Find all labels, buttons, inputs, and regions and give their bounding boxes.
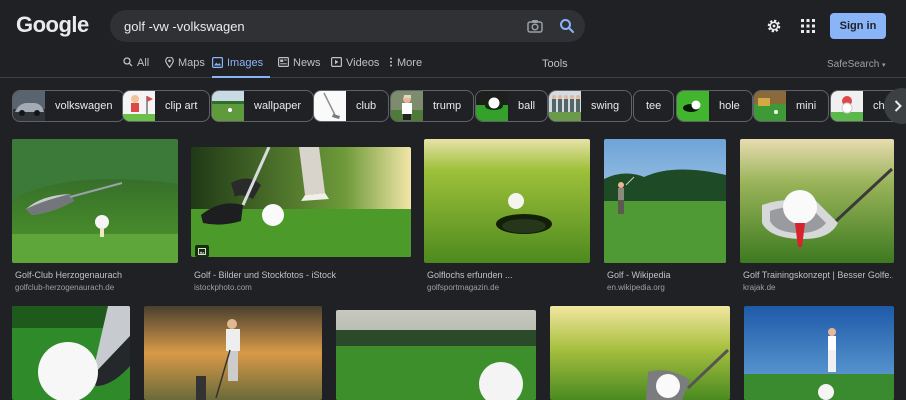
image-result[interactable] (12, 306, 130, 400)
result-source[interactable]: krajak.de (743, 283, 775, 292)
result-title[interactable]: Golf-Club Herzogenaurach (15, 270, 175, 280)
news-icon (278, 57, 289, 67)
search-tabs: All Maps Images News Videos More Tools S… (0, 52, 906, 78)
chip-label: mini (796, 100, 817, 112)
chip-trump[interactable]: trump (390, 90, 475, 122)
image-result[interactable] (336, 310, 536, 400)
tab-news[interactable]: News (278, 57, 321, 78)
result-thumbnail[interactable] (744, 306, 894, 400)
chip-thumbnail (314, 91, 346, 121)
image-result[interactable]: Golf-Club Herzogenaurach golfclub-herzog… (12, 139, 178, 294)
chip-mini[interactable]: mini (753, 90, 830, 122)
tools-button[interactable]: Tools (542, 58, 568, 70)
chip-label: clip art (165, 100, 198, 112)
chip-thumbnail (476, 91, 508, 121)
chip-wallpaper[interactable]: wallpaper (211, 90, 315, 122)
result-thumbnail[interactable] (424, 139, 590, 263)
chip-label: tee (646, 100, 662, 112)
chip-thumbnail (212, 91, 244, 121)
image-type-icon (195, 245, 209, 257)
tab-more[interactable]: More (389, 57, 422, 78)
search-icon (123, 57, 133, 67)
result-title[interactable]: Golflochs erfunden ... (427, 270, 587, 280)
search-input[interactable] (124, 18, 521, 34)
result-source[interactable]: en.wikipedia.org (607, 283, 665, 292)
chip-hole[interactable]: hole (676, 90, 753, 122)
chip-label: ball (518, 100, 536, 112)
result-title[interactable]: Golf - Wikipedia (607, 270, 725, 280)
image-result[interactable] (144, 306, 322, 400)
chip-thumbnail (677, 91, 709, 121)
image-result[interactable] (744, 306, 894, 400)
image-result[interactable]: Golflochs erfunden ... golfsportmagazin.… (424, 139, 590, 294)
map-pin-icon (165, 57, 174, 68)
chip-club[interactable]: club (313, 90, 390, 122)
chevron-right-icon (894, 100, 902, 112)
tab-videos[interactable]: Videos (331, 57, 379, 78)
image-result[interactable]: Golf - Bilder und Stockfotos - iStock is… (191, 139, 411, 294)
tab-images[interactable]: Images (212, 57, 270, 78)
chip-label: swing (591, 100, 620, 112)
result-thumbnail[interactable] (191, 147, 411, 257)
chip-thumbnail (123, 91, 155, 121)
result-source[interactable]: golfsportmagazin.de (427, 283, 499, 292)
chip-tee[interactable]: tee (633, 90, 675, 122)
gear-icon[interactable] (764, 16, 784, 36)
tab-label: Maps (178, 57, 205, 69)
tab-maps[interactable]: Maps (165, 57, 205, 78)
camera-icon[interactable] (521, 12, 549, 40)
image-result[interactable]: Golf Trainingskonzept | Besser Golfe... … (740, 139, 894, 294)
chip-clip-art[interactable]: clip art (122, 90, 211, 122)
tab-label: Images (227, 57, 264, 69)
result-thumbnail[interactable] (336, 310, 536, 400)
chip-thumbnail (391, 91, 423, 121)
result-title[interactable]: Golf Trainingskonzept | Besser Golfe... (743, 270, 893, 280)
safesearch-button[interactable]: SafeSearch ▾ (827, 59, 886, 70)
result-source[interactable]: istockphoto.com (194, 283, 252, 292)
tab-label: Videos (346, 57, 380, 69)
chip-thumbnail (549, 91, 581, 121)
chip-thumbnail (754, 91, 786, 121)
result-source[interactable]: golfclub-herzogenaurach.de (15, 283, 114, 292)
chip-label: hole (719, 100, 740, 112)
tab-label: News (293, 57, 321, 69)
result-thumbnail[interactable] (12, 139, 178, 263)
result-thumbnail[interactable] (12, 306, 130, 400)
result-title[interactable]: Golf - Bilder und Stockfotos - iStock (194, 270, 409, 280)
apps-grid-icon[interactable] (798, 16, 818, 36)
search-icon[interactable] (553, 12, 581, 40)
chip-thumbnail (13, 91, 45, 121)
chip-label: trump (433, 100, 462, 112)
result-thumbnail[interactable] (740, 139, 894, 263)
result-thumbnail[interactable] (144, 306, 322, 400)
image-icon (212, 57, 223, 68)
chip-ball[interactable]: ball (475, 90, 549, 122)
safesearch-label: SafeSearch (827, 59, 880, 70)
tab-label: More (397, 57, 423, 69)
tab-label: All (137, 57, 150, 69)
result-thumbnail[interactable] (550, 306, 730, 400)
google-logo[interactable]: Google (16, 12, 89, 38)
tab-all[interactable]: All (123, 57, 149, 78)
caret-down-icon: ▾ (882, 62, 886, 69)
result-thumbnail[interactable] (604, 139, 726, 263)
play-icon (331, 57, 342, 67)
more-vert-icon (390, 57, 392, 67)
image-result[interactable]: Golf - Wikipedia en.wikipedia.org (604, 139, 726, 294)
search-box[interactable] (110, 10, 585, 42)
header: Google Sign in (0, 0, 906, 52)
chip-label: volkswagen (55, 100, 113, 112)
sign-in-button[interactable]: Sign in (830, 13, 886, 39)
chip-volkswagen[interactable]: volkswagen (12, 90, 126, 122)
image-result[interactable] (550, 306, 730, 400)
related-searches: volkswagen clip art wallpaper club trump… (0, 88, 906, 124)
chip-label: club (356, 100, 377, 112)
chip-swing[interactable]: swing (548, 90, 633, 122)
chip-thumbnail (831, 91, 863, 121)
chip-label: wallpaper (254, 100, 302, 112)
page: Google Sign in All (0, 0, 906, 400)
